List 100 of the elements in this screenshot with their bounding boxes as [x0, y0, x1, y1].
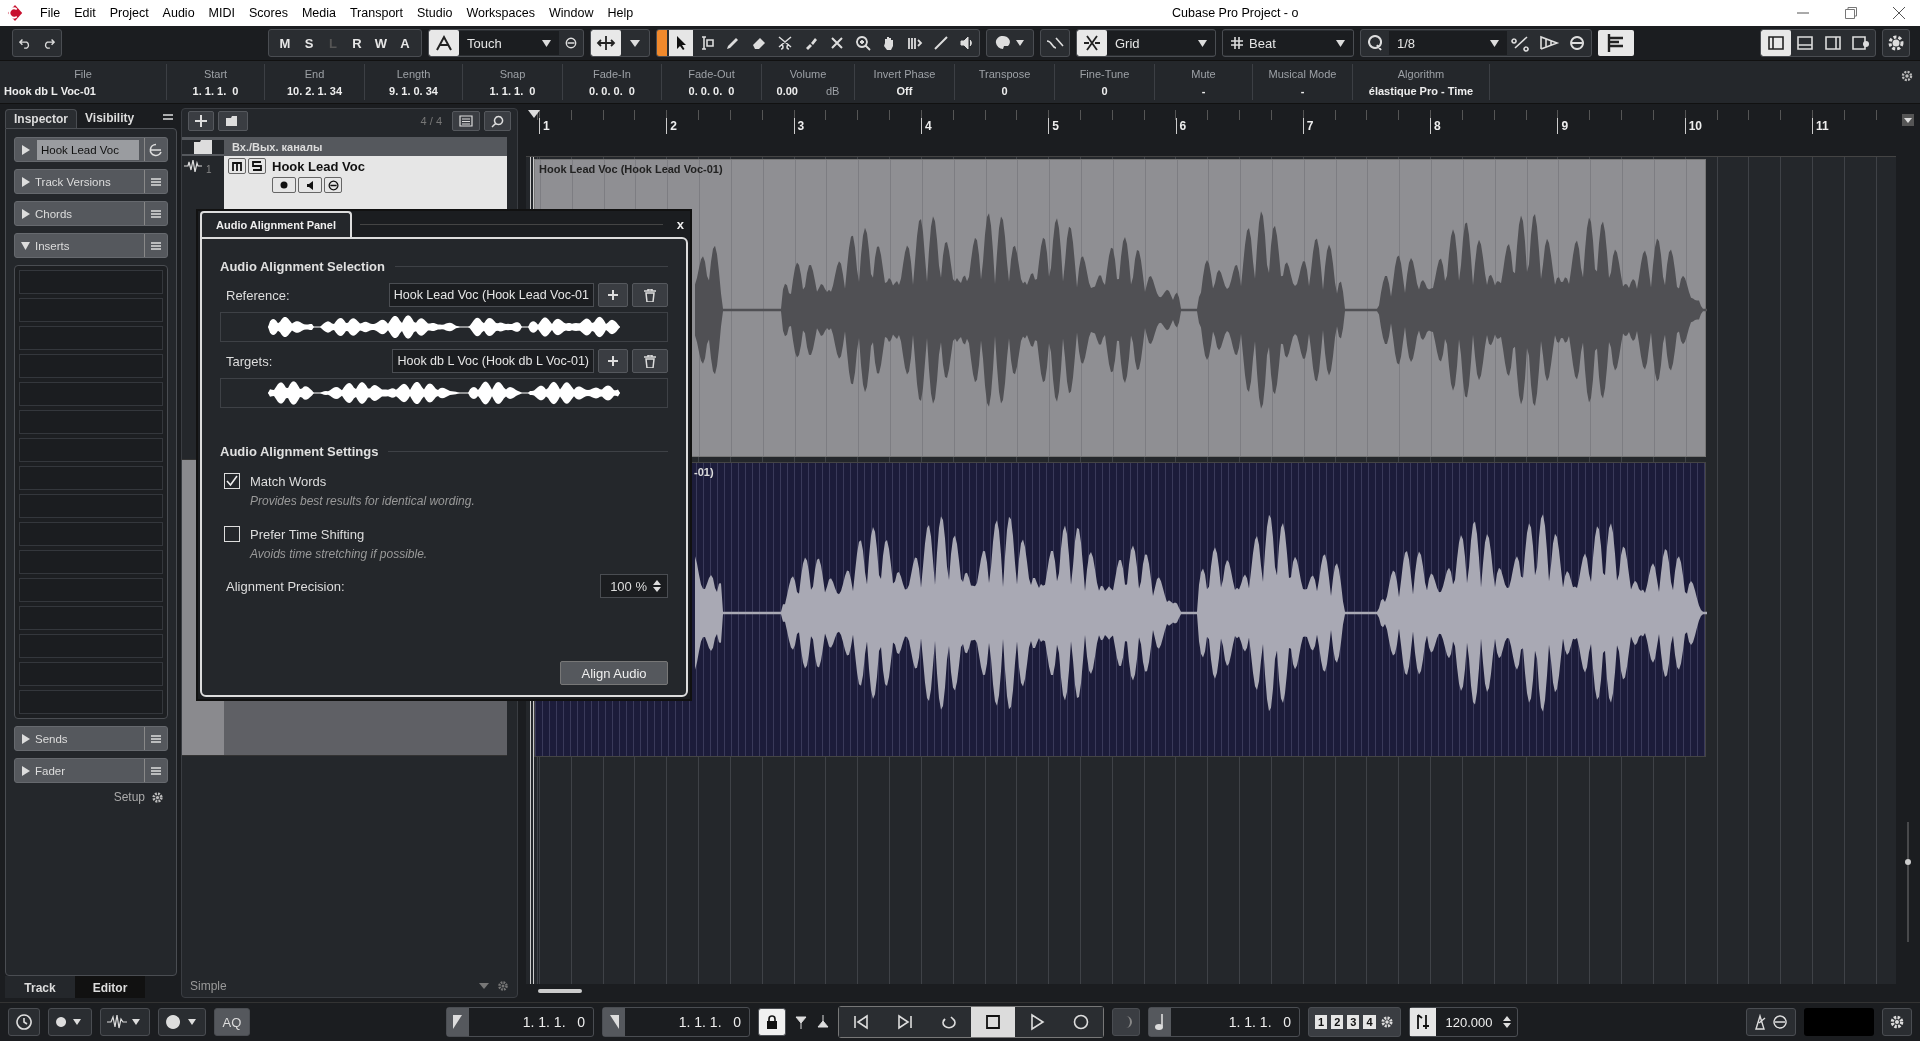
mode-button[interactable]: W — [369, 31, 393, 55]
snap-mode-icon[interactable] — [1077, 30, 1107, 56]
search-button[interactable] — [484, 111, 511, 131]
audio-record-mode-dropdown[interactable] — [100, 1008, 150, 1036]
track-presets-button[interactable] — [218, 111, 248, 131]
info-value[interactable]: 9. 1. 0. 34 — [389, 84, 438, 97]
grid-type-dropdown[interactable]: Beat — [1223, 31, 1353, 55]
menu-item[interactable]: Studio — [410, 6, 461, 20]
info-value[interactable]: 0.00 — [776, 84, 798, 97]
add-button[interactable] — [598, 349, 628, 373]
transport-button[interactable] — [1015, 1007, 1059, 1037]
add-button[interactable] — [598, 283, 628, 307]
panel-tab[interactable]: Audio Alignment Panel — [200, 211, 352, 237]
checkbox[interactable] — [224, 526, 240, 542]
targets-field[interactable]: Hook db L Voc (Hook db L Voc-01) — [392, 349, 594, 373]
automation-mode-dropdown[interactable]: Touch — [459, 31, 559, 55]
info-value[interactable]: 0 — [1001, 84, 1008, 97]
info-value[interactable]: - — [1300, 84, 1305, 97]
inspector-section[interactable]: Chords — [14, 201, 168, 226]
settings-button[interactable] — [1882, 1008, 1912, 1036]
close-button[interactable]: x — [670, 216, 690, 233]
precision-spinbox[interactable]: 100 % — [600, 574, 668, 598]
info-value[interactable]: élastique Pro - Time — [1368, 84, 1474, 97]
inspector-tab[interactable]: Inspector — [5, 108, 77, 128]
punch-out-icon[interactable] — [816, 1015, 830, 1029]
zone-tab[interactable]: Track — [5, 976, 75, 998]
record-enable-button[interactable] — [272, 177, 296, 193]
menu-item[interactable]: Window — [542, 6, 602, 20]
info-value[interactable]: 0 — [1101, 84, 1108, 97]
transport-button[interactable] — [971, 1007, 1015, 1037]
info-value[interactable]: 0. 0. 0. 0 — [688, 84, 735, 97]
mode-button[interactable]: R — [345, 31, 369, 55]
inspector-section[interactable]: Fader — [14, 758, 168, 783]
dropdown-icon[interactable] — [479, 983, 489, 989]
tool-button[interactable] — [669, 30, 693, 56]
info-value[interactable]: 1. 1. 1. 0 — [489, 84, 536, 97]
align-audio-button[interactable]: Align Audio — [560, 661, 668, 685]
solo-button[interactable] — [248, 158, 266, 174]
track-list-button[interactable] — [452, 111, 480, 131]
lock-button[interactable] — [758, 1008, 786, 1036]
menu-item[interactable]: Audio — [156, 6, 203, 20]
tool-group-handle[interactable] — [657, 30, 667, 56]
marker-button[interactable]: 3 — [1347, 1015, 1360, 1029]
delete-button[interactable] — [632, 349, 668, 373]
restore-icon[interactable] — [1844, 6, 1858, 20]
align-icon[interactable] — [1598, 30, 1634, 56]
zoom-slider-icon[interactable] — [1904, 822, 1912, 942]
edit-channel-button[interactable] — [324, 177, 342, 193]
metronome-icon[interactable] — [1409, 1008, 1436, 1036]
zone-tab[interactable]: Editor — [75, 976, 145, 998]
info-value[interactable]: 10. 2. 1. 34 — [286, 84, 342, 97]
folder-track-header[interactable]: Вх./Вых. каналы — [182, 137, 507, 156]
scrollbar-thumb[interactable] — [538, 989, 582, 993]
track-preset-label[interactable]: Simple — [190, 979, 227, 993]
menu-item[interactable]: Edit — [68, 6, 104, 20]
mode-button[interactable]: M — [273, 31, 297, 55]
menu-item[interactable]: MIDI — [202, 6, 243, 20]
setup-label[interactable]: Setup — [113, 790, 145, 804]
info-value[interactable]: 1. 1. 1. 0 — [192, 84, 239, 97]
info-value[interactable]: 0. 0. 0. 0 — [589, 84, 635, 97]
add-track-button[interactable] — [188, 111, 214, 131]
menu-item[interactable]: File — [34, 6, 69, 20]
inspector-section[interactable]: Hook Lead Voc — [14, 137, 168, 162]
info-value[interactable]: Hook db L Voc-01 — [4, 84, 96, 97]
dropdown-icon[interactable] — [1902, 114, 1914, 126]
marker-button[interactable]: 2 — [1331, 1015, 1344, 1029]
checkbox-label[interactable]: Prefer Time Shifting — [250, 526, 365, 542]
settings-icon[interactable] — [1900, 69, 1914, 83]
snap-type-dropdown[interactable]: Grid — [1107, 31, 1215, 55]
marker-button[interactable]: 4 — [1363, 1015, 1376, 1029]
right-locator-icon[interactable] — [603, 1008, 625, 1036]
inspector-section[interactable]: Inserts — [14, 233, 168, 258]
menu-item[interactable]: Help — [601, 6, 642, 20]
settings-icon[interactable] — [151, 790, 164, 804]
marker-button[interactable]: 1 — [1315, 1015, 1328, 1029]
transport-button[interactable] — [839, 1007, 883, 1037]
click-button[interactable] — [1746, 1008, 1796, 1036]
ruler[interactable]: 1 2 3 4 5 6 7 8 9 10 11 — [526, 108, 1896, 157]
quantize-dropdown[interactable]: 1/8 — [1389, 31, 1507, 55]
checkbox[interactable] — [224, 473, 240, 489]
inspector-tab[interactable]: Visibility — [77, 109, 143, 127]
record-mode-dropdown[interactable] — [48, 1008, 92, 1036]
left-zone-icon[interactable] — [1761, 30, 1791, 56]
transport-button[interactable] — [1059, 1007, 1103, 1037]
mute-button[interactable] — [228, 158, 246, 174]
settings-icon[interactable] — [1882, 29, 1910, 57]
mode-button[interactable]: S — [297, 31, 321, 55]
menu-item[interactable]: Workspaces — [460, 6, 543, 20]
folder-track-name[interactable]: Вх./Вых. каналы — [224, 140, 507, 153]
midi-record-mode-dropdown[interactable] — [158, 1008, 206, 1036]
menu-item[interactable]: Transport — [343, 6, 411, 20]
left-locator-icon[interactable] — [447, 1008, 469, 1036]
delete-button[interactable] — [632, 283, 668, 307]
transport-button[interactable] — [927, 1007, 971, 1037]
reference-field[interactable]: Hook Lead Voc (Hook Lead Voc-01 — [388, 283, 594, 307]
monitor-button[interactable] — [298, 177, 322, 193]
track-name[interactable]: Hook Lead Voc — [272, 158, 365, 174]
info-value[interactable]: Off — [896, 84, 913, 97]
menu-item[interactable]: Media — [295, 6, 344, 20]
checkbox-label[interactable]: Match Words — [250, 473, 327, 489]
